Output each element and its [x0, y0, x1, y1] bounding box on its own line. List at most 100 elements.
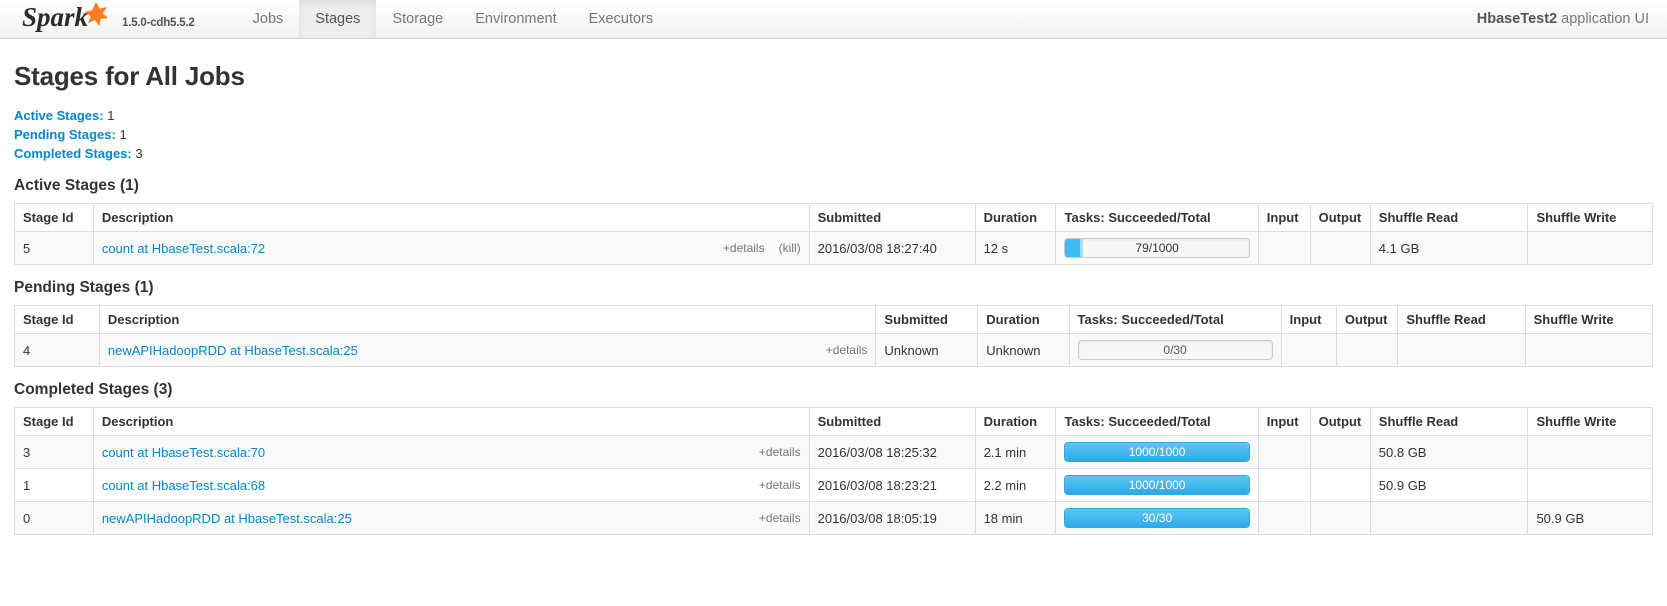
- table-header-row: Stage Id Description Submitted Duration …: [14, 203, 1653, 232]
- col-output[interactable]: Output: [1309, 407, 1371, 436]
- active-stages-heading: Active Stages (1): [14, 177, 139, 194]
- cell-stage-id: 3: [14, 435, 94, 469]
- col-shuffle-read[interactable]: Shuffle Read: [1369, 203, 1529, 232]
- details-toggle[interactable]: +details: [759, 511, 801, 525]
- summary-completed-stages: Completed Stages: 3: [14, 144, 1653, 163]
- col-duration[interactable]: Duration: [977, 305, 1070, 334]
- col-input[interactable]: Input: [1280, 305, 1337, 334]
- nav-item-executors[interactable]: Executors: [573, 0, 669, 38]
- stage-description-link[interactable]: count at HbaseTest.scala:72: [102, 241, 265, 256]
- table-header-row: Stage Id Description Submitted Duration …: [14, 305, 1654, 334]
- task-progress-bar: 79/1000: [1064, 238, 1250, 258]
- cell-shuffle-read: 50.9 GB: [1369, 468, 1529, 502]
- table-row: 4 newAPIHadoopRDD at HbaseTest.scala:25 …: [14, 333, 1654, 367]
- col-output[interactable]: Output: [1309, 203, 1371, 232]
- table-row: 5 count at HbaseTest.scala:72 +details (…: [14, 231, 1653, 265]
- details-toggle[interactable]: +details: [759, 445, 801, 459]
- application-ui-suffix: application UI: [1561, 11, 1649, 27]
- cell-tasks: 0/30: [1068, 333, 1282, 367]
- cell-input: [1257, 231, 1311, 265]
- stage-description-link[interactable]: count at HbaseTest.scala:68: [102, 478, 265, 493]
- col-input[interactable]: Input: [1257, 203, 1311, 232]
- pending-stages-heading: Pending Stages (1): [14, 279, 154, 296]
- cell-stage-id: 4: [14, 333, 100, 367]
- page-title: Stages for All Jobs: [14, 61, 245, 91]
- summary-active-stages: Active Stages: 1: [14, 106, 1653, 125]
- cell-input: [1257, 435, 1311, 469]
- cell-shuffle-write: [1524, 333, 1654, 367]
- cell-shuffle-write: [1527, 435, 1653, 469]
- nav-item-jobs[interactable]: Jobs: [237, 0, 300, 38]
- page-body: Stages for All Jobs Active Stages: 1 Pen…: [0, 61, 1667, 535]
- progress-label: 0/30: [1163, 343, 1187, 357]
- col-description[interactable]: Description: [92, 407, 810, 436]
- stage-description-link[interactable]: newAPIHadoopRDD at HbaseTest.scala:25: [108, 343, 358, 358]
- brand-block[interactable]: Spark 1.5.0-cdh5.5.2: [0, 0, 195, 38]
- col-stage-id[interactable]: Stage Id: [14, 203, 94, 232]
- cell-duration: 2.1 min: [974, 435, 1057, 469]
- cell-output: [1309, 435, 1371, 469]
- cell-description: count at HbaseTest.scala:72 +details (ki…: [92, 231, 810, 265]
- col-tasks[interactable]: Tasks: Succeeded/Total: [1055, 407, 1259, 436]
- spark-logo-icon[interactable]: Spark: [22, 0, 118, 34]
- cell-description: count at HbaseTest.scala:70 +details: [92, 435, 810, 469]
- task-progress-bar: 1000/1000: [1064, 475, 1250, 495]
- table-row: 3 count at HbaseTest.scala:70 +details 2…: [14, 435, 1653, 469]
- col-tasks[interactable]: Tasks: Succeeded/Total: [1055, 203, 1259, 232]
- stage-description-link[interactable]: newAPIHadoopRDD at HbaseTest.scala:25: [102, 511, 352, 526]
- cell-shuffle-read: [1397, 333, 1526, 367]
- task-progress-bar: 1000/1000: [1064, 442, 1250, 462]
- col-shuffle-write[interactable]: Shuffle Write: [1527, 203, 1653, 232]
- nav-item-stages[interactable]: Stages: [299, 0, 377, 38]
- col-description[interactable]: Description: [98, 305, 877, 334]
- col-output[interactable]: Output: [1335, 305, 1399, 334]
- cell-tasks: 30/30: [1055, 501, 1259, 535]
- svg-text:Spark: Spark: [22, 2, 89, 32]
- cell-submitted: 2016/03/08 18:25:32: [808, 435, 976, 469]
- kill-stage-link[interactable]: (kill): [779, 241, 801, 255]
- cell-shuffle-read: 50.8 GB: [1369, 435, 1529, 469]
- nav-item-environment[interactable]: Environment: [459, 0, 572, 38]
- completed-stages-table: Stage Id Description Submitted Duration …: [14, 407, 1653, 535]
- cell-tasks: 1000/1000: [1055, 435, 1259, 469]
- progress-label: 30/30: [1142, 511, 1173, 525]
- task-progress-bar: 0/30: [1077, 340, 1273, 360]
- summary-pending-label: Pending Stages:: [14, 127, 116, 142]
- progress-label: 1000/1000: [1128, 478, 1186, 492]
- col-shuffle-read[interactable]: Shuffle Read: [1397, 305, 1526, 334]
- cell-output: [1309, 468, 1371, 502]
- summary-active-label: Active Stages:: [14, 108, 104, 123]
- col-stage-id[interactable]: Stage Id: [14, 407, 94, 436]
- table-row: 0 newAPIHadoopRDD at HbaseTest.scala:25 …: [14, 501, 1653, 535]
- cell-duration: Unknown: [977, 333, 1070, 367]
- cell-stage-id: 0: [14, 501, 94, 535]
- col-submitted[interactable]: Submitted: [875, 305, 979, 334]
- col-shuffle-read[interactable]: Shuffle Read: [1369, 407, 1529, 436]
- nav-links: Jobs Stages Storage Environment Executor…: [237, 0, 669, 38]
- col-input[interactable]: Input: [1257, 407, 1311, 436]
- col-duration[interactable]: Duration: [974, 407, 1057, 436]
- col-shuffle-write[interactable]: Shuffle Write: [1527, 407, 1653, 436]
- col-stage-id[interactable]: Stage Id: [14, 305, 100, 334]
- cell-tasks: 79/1000: [1055, 231, 1259, 265]
- cell-input: [1257, 468, 1311, 502]
- application-name: HbaseTest2: [1476, 11, 1558, 27]
- details-toggle[interactable]: +details: [723, 241, 765, 255]
- col-shuffle-write[interactable]: Shuffle Write: [1524, 305, 1654, 334]
- details-toggle[interactable]: +details: [759, 478, 801, 492]
- cell-duration: 18 min: [974, 501, 1057, 535]
- nav-item-storage[interactable]: Storage: [376, 0, 459, 38]
- col-duration[interactable]: Duration: [974, 203, 1057, 232]
- table-row: 1 count at HbaseTest.scala:68 +details 2…: [14, 468, 1653, 502]
- cell-shuffle-write: [1527, 231, 1653, 265]
- col-description[interactable]: Description: [92, 203, 810, 232]
- details-toggle[interactable]: +details: [826, 343, 868, 357]
- cell-shuffle-read: [1369, 501, 1529, 535]
- col-submitted[interactable]: Submitted: [808, 407, 976, 436]
- pending-stages-table: Stage Id Description Submitted Duration …: [14, 305, 1654, 367]
- cell-shuffle-write: [1527, 468, 1653, 502]
- col-tasks[interactable]: Tasks: Succeeded/Total: [1068, 305, 1282, 334]
- col-submitted[interactable]: Submitted: [808, 203, 976, 232]
- cell-output: [1309, 231, 1371, 265]
- stage-description-link[interactable]: count at HbaseTest.scala:70: [102, 445, 265, 460]
